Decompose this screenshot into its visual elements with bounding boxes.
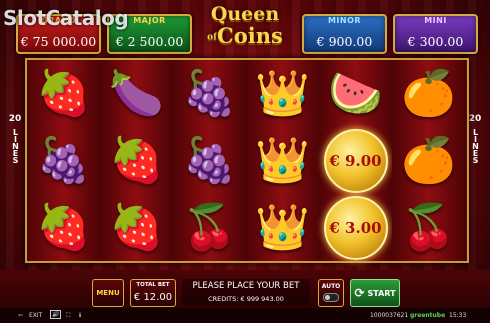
autoplay-label: AUTO <box>321 283 341 290</box>
start-label: START <box>367 288 396 298</box>
brand-logo: greentube <box>410 312 446 319</box>
reel-cell: 🍓 <box>27 60 100 127</box>
jackpot-major-value: € 2 500.00 <box>115 34 184 49</box>
reel-cell: 👑 <box>246 60 319 127</box>
clock: 15:33 <box>449 312 467 319</box>
reel-cell: 🍒 <box>392 194 465 261</box>
status-message: PLEASE PLACE YOUR BET <box>192 281 300 291</box>
reel-cell: 👑 <box>246 194 319 261</box>
reel-cell: 🍉 <box>319 60 392 127</box>
logo-of: of <box>207 32 218 43</box>
lines-count: 20 <box>468 114 482 124</box>
total-bet-button[interactable]: TOTAL BET € 12.00 <box>130 279 176 307</box>
logo-queen: Queen <box>210 3 280 25</box>
reel: 🍓 🍇 🍓 <box>27 60 101 261</box>
lines-count: 20 <box>8 114 22 124</box>
reel: 🍇 🍇 🍒 <box>173 60 247 261</box>
reel-cell: 🍇 <box>173 60 246 127</box>
grapes-icon: 🍇 <box>36 134 91 186</box>
reel-cell: 🍓 <box>100 127 173 194</box>
reel: 🍊 🍊 🍒 <box>392 60 466 261</box>
fullscreen-icon[interactable]: ⛶ <box>66 312 70 320</box>
reel: 🍉 € 9.00 € 3.00 <box>319 60 393 261</box>
reel-cell: € 9.00 <box>319 127 392 194</box>
spin-arrows-icon: ⟳ <box>354 286 365 300</box>
coin-icon: € 3.00 <box>323 195 388 260</box>
jackpot-minor-value: € 900.00 <box>316 34 373 49</box>
grapes-icon: 🍇 <box>182 67 237 119</box>
lines-word: LINES <box>471 128 480 163</box>
reel-cell: 🍊 <box>392 127 465 194</box>
cherries-icon: 🍒 <box>401 201 456 253</box>
logo-coins: ofCoins <box>196 24 294 50</box>
coin-icon: € 9.00 <box>323 128 388 193</box>
reel-grid: 🍓 🍇 🍓 🍆 🍓 🍓 🍇 🍇 🍒 👑 👑 👑 🍉 € 9.00 € 3.00 🍊 🍊 🍒 <box>25 58 469 263</box>
jester-crown-icon: 👑 <box>255 134 310 186</box>
exit-icon[interactable]: ⇦ <box>18 312 23 319</box>
reel-cell: 🍇 <box>173 127 246 194</box>
jackpot-grand-value: € 75 000.00 <box>20 34 97 49</box>
reel: 🍆 🍓 🍓 <box>100 60 174 261</box>
reel-cell: 🍓 <box>27 194 100 261</box>
reel-cell: 👑 <box>246 127 319 194</box>
total-bet-label: TOTAL BET <box>136 282 170 288</box>
lines-indicator-right: 20 LINES <box>468 112 482 163</box>
jackpot-mini-label: MINI <box>424 16 447 25</box>
jackpot-minor-label: MINOR <box>327 16 362 25</box>
cherries-icon: 🍒 <box>182 201 237 253</box>
lines-indicator-left: 20 LINES <box>8 112 22 163</box>
footer-bar: ⇦ EXIT 🔊 ⛶ ℹ 1000037621 greentube 15:33 <box>0 308 490 323</box>
reel: 👑 👑 👑 <box>246 60 320 261</box>
reel-cell: 🍓 <box>100 194 173 261</box>
jackpot-mini: MINI € 300.00 <box>393 14 478 54</box>
info-icon[interactable]: ℹ <box>79 312 81 319</box>
reel-cell: 🍒 <box>173 194 246 261</box>
watermelon-icon: 🍉 <box>328 67 383 119</box>
plum-icon: 🍆 <box>109 67 164 119</box>
start-button[interactable]: ⟳ START <box>350 279 400 307</box>
orange-icon: 🍊 <box>401 67 456 119</box>
message-panel: PLEASE PLACE YOUR BET CREDITS: € 999 943… <box>182 279 310 305</box>
reel-cell: € 3.00 <box>319 194 392 261</box>
menu-button[interactable]: MENU <box>92 279 124 307</box>
jester-crown-icon: 👑 <box>255 67 310 119</box>
round-id: 1000037621 <box>370 312 409 319</box>
game-logo: Queen ofCoins <box>196 2 294 56</box>
jester-crown-icon: 👑 <box>255 201 310 253</box>
strawberry-icon: 🍓 <box>36 67 91 119</box>
jackpot-mini-value: € 300.00 <box>407 34 464 49</box>
lines-word: LINES <box>11 128 20 163</box>
total-bet-value: € 12.00 <box>133 292 173 303</box>
watermark: SlotCatalog <box>3 6 129 30</box>
coin-value: € 9.00 <box>329 151 382 170</box>
coin-value: € 3.00 <box>329 218 382 237</box>
autoplay-toggle[interactable]: AUTO <box>318 279 344 307</box>
reel-cell: 🍇 <box>27 127 100 194</box>
logo-coins-word: Coins <box>217 23 283 48</box>
strawberry-icon: 🍓 <box>109 134 164 186</box>
strawberry-icon: 🍓 <box>36 201 91 253</box>
grapes-icon: 🍇 <box>182 134 237 186</box>
credits-display: CREDITS: € 999 943.00 <box>208 295 284 303</box>
jackpot-minor: MINOR € 900.00 <box>302 14 387 54</box>
orange-icon: 🍊 <box>401 134 456 186</box>
exit-button[interactable]: EXIT <box>29 312 42 319</box>
reel-cell: 🍊 <box>392 60 465 127</box>
toggle-switch-icon <box>323 293 339 302</box>
reel-cell: 🍆 <box>100 60 173 127</box>
strawberry-icon: 🍓 <box>109 201 164 253</box>
sound-icon[interactable]: 🔊 <box>50 310 62 319</box>
